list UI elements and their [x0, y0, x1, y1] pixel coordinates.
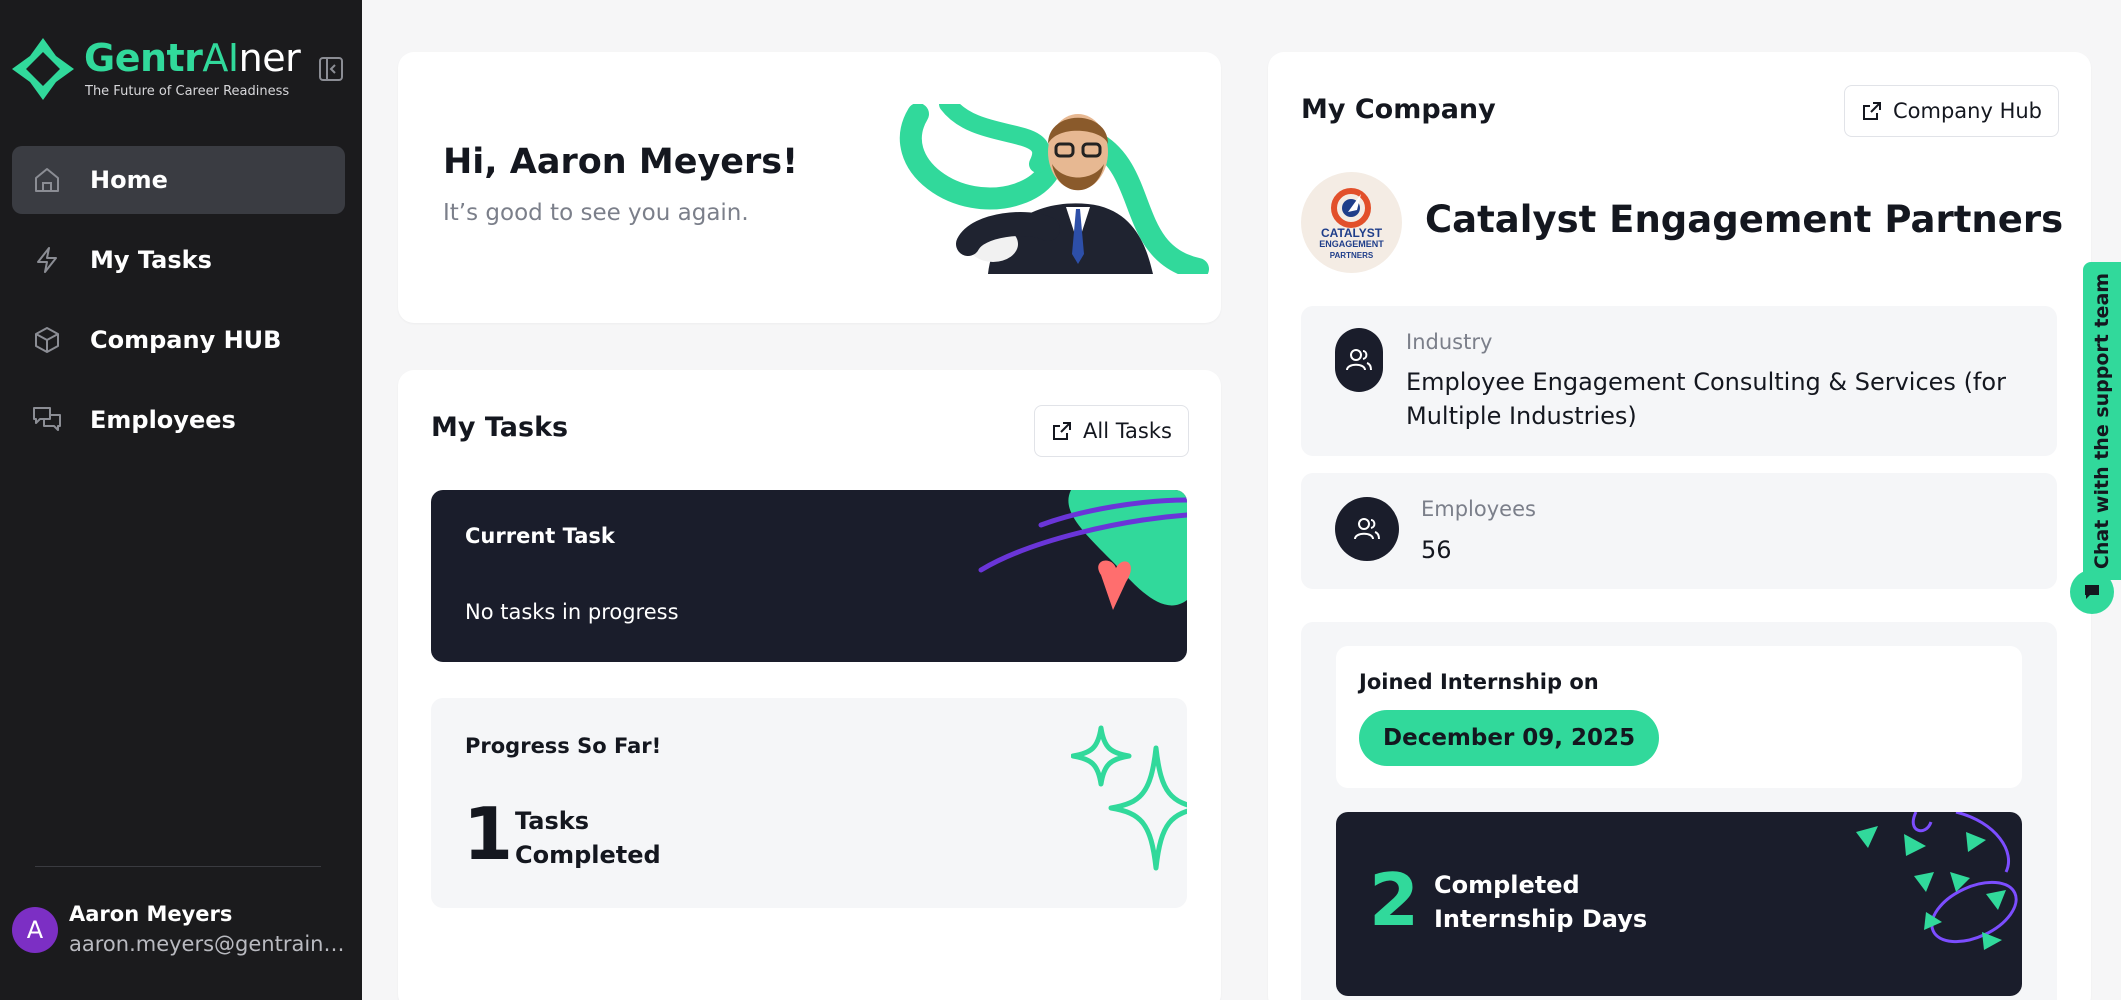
- brand-tagline: The Future of Career Readiness: [85, 84, 290, 99]
- sidebar: GentrAIner The Future of Career Readines…: [0, 0, 362, 1000]
- employees-label: Employees: [1421, 497, 1536, 521]
- sidebar-collapse-icon[interactable]: [318, 56, 344, 82]
- internship-days-count: 2: [1369, 858, 1420, 942]
- chat-icon: [2085, 585, 2099, 599]
- tasks-completed-count: 1: [463, 792, 514, 876]
- greeting-subtitle: It’s good to see you again.: [443, 200, 749, 226]
- internship-days-panel: 2 Completed Internship Days: [1336, 812, 2022, 996]
- greeting-card: Hi, Aaron Meyers! It’s good to see you a…: [398, 52, 1221, 323]
- current-task-status: No tasks in progress: [465, 600, 679, 624]
- sidebar-divider: [35, 866, 321, 867]
- progress-title: Progress So Far!: [465, 734, 662, 758]
- sidebar-item-my-tasks[interactable]: My Tasks: [12, 226, 345, 294]
- sparkle-icon: [1071, 725, 1187, 871]
- sidebar-nav: Home My Tasks Company HUB Employees: [12, 146, 345, 466]
- avatar: A: [12, 907, 58, 953]
- chat-bubbles-icon: [30, 403, 64, 437]
- sidebar-item-label: Employees: [90, 406, 236, 434]
- company-logo: CATALYST ENGAGEMENT PARTNERS: [1301, 172, 1402, 273]
- brand-name-part1: Gentr: [84, 36, 203, 80]
- sidebar-item-label: My Tasks: [90, 246, 212, 274]
- my-company-title: My Company: [1301, 94, 1496, 125]
- user-name: Aaron Meyers: [69, 902, 233, 926]
- joined-internship-label: Joined Internship on: [1359, 670, 1599, 694]
- tasks-completed-label: Tasks Completed: [515, 807, 661, 869]
- people-icon: [1335, 497, 1399, 561]
- support-chat-button[interactable]: [2070, 570, 2114, 614]
- internship-panel: Joined Internship on December 09, 2025 2…: [1301, 622, 2057, 1000]
- my-company-card: My Company Company Hub CATALYST ENGAGEME…: [1268, 52, 2091, 1000]
- mascot-illustration-icon: [900, 104, 1209, 274]
- joined-internship-box: Joined Internship on December 09, 2025: [1336, 646, 2022, 788]
- current-task-panel[interactable]: Current Task No tasks in progress: [431, 490, 1187, 662]
- all-tasks-label: All Tasks: [1083, 419, 1172, 443]
- external-link-icon: [1863, 102, 1881, 120]
- sidebar-item-employees[interactable]: Employees: [12, 386, 345, 454]
- joined-date-badge: December 09, 2025: [1359, 710, 1660, 766]
- brand-logo-icon: [12, 38, 74, 100]
- employees-value: 56: [1421, 536, 1452, 564]
- user-profile[interactable]: A Aaron Meyers aaron.meyers@gentrainer.c…: [12, 900, 352, 966]
- home-icon: [30, 163, 64, 197]
- industry-panel: Industry Employee Engagement Consulting …: [1301, 306, 2057, 456]
- company-logo-text-1: CATALYST: [1320, 226, 1383, 240]
- sidebar-item-company-hub[interactable]: Company HUB: [12, 306, 345, 374]
- company-hub-button[interactable]: Company Hub: [1844, 85, 2060, 137]
- sidebar-item-label: Home: [90, 166, 168, 194]
- sidebar-item-home[interactable]: Home: [12, 146, 345, 214]
- people-icon: [1335, 328, 1383, 392]
- decorative-blob-icon: [978, 490, 1187, 610]
- brand-name-part2: AI: [202, 36, 239, 80]
- internship-days-label: Completed Internship Days: [1434, 871, 1648, 933]
- company-name: Catalyst Engagement Partners: [1425, 198, 2064, 241]
- lightning-icon: [30, 243, 64, 277]
- my-tasks-card: My Tasks All Tasks Current Task No tasks…: [398, 370, 1221, 1000]
- employees-panel: Employees 56: [1301, 473, 2057, 589]
- brand-name-part3: ner: [238, 36, 301, 80]
- brand-name: GentrAIner: [84, 36, 301, 80]
- sidebar-item-label: Company HUB: [90, 326, 282, 354]
- company-hub-label: Company Hub: [1893, 99, 2043, 123]
- company-logo-text-2: ENGAGEMENT: [1319, 239, 1384, 249]
- industry-label: Industry: [1406, 330, 1493, 354]
- current-task-title: Current Task: [465, 524, 615, 548]
- company-logo-text-3: PARTNERS: [1329, 251, 1374, 260]
- user-email: aaron.meyers@gentrainer.com: [69, 932, 349, 956]
- support-chat-label: Chat with the support team: [2091, 272, 2113, 570]
- brand[interactable]: GentrAIner The Future of Career Readines…: [12, 36, 312, 102]
- my-tasks-title: My Tasks: [431, 412, 569, 443]
- confetti-icon: [1856, 812, 2018, 950]
- greeting-title: Hi, Aaron Meyers!: [443, 142, 799, 182]
- progress-panel: Progress So Far! 1 Tasks Completed: [431, 698, 1187, 908]
- cube-icon: [30, 323, 64, 357]
- external-link-icon: [1053, 422, 1071, 440]
- industry-value: Employee Engagement Consulting & Service…: [1406, 368, 2006, 430]
- all-tasks-button[interactable]: All Tasks: [1034, 405, 1189, 457]
